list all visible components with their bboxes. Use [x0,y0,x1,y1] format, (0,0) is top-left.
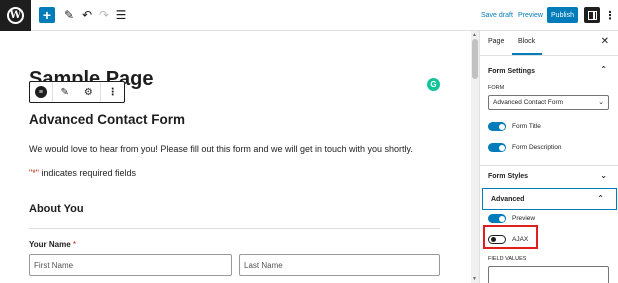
edit-tool-icon[interactable]: ✎ [62,7,76,23]
sidebar-panel-icon [587,10,597,20]
wordpress-logo-button[interactable]: W [0,0,31,31]
ajax-toggle-row: AJAX [488,235,528,244]
tab-block[interactable]: Block [518,38,535,45]
publish-button[interactable]: Publish [547,7,578,23]
form-title: Advanced Contact Form [29,112,186,127]
settings-sidebar: Page Block ✕ Form Settings ⌃ FORM Advanc… [479,31,618,283]
block-type-button[interactable]: ≡ [30,82,53,102]
chevron-down-icon: ⌄ [600,171,607,180]
form-styles-title: Form Styles [488,173,529,180]
required-star: * [72,240,76,249]
form-title-toggle-label: Form Title [512,123,541,130]
redo-icon[interactable]: ↷ [97,7,111,23]
scroll-down-icon[interactable]: ▼ [472,276,477,282]
advanced-panel-header[interactable]: Advanced ⌃ [482,188,617,210]
preview-toggle-label: Preview [512,215,536,222]
form-description-toggle-row: Form Description [488,143,561,152]
wordpress-logo-icon: W [7,7,24,24]
form-settings-gear-icon[interactable]: ⚙ [77,82,101,102]
form-description: We would love to hear from you! Please f… [29,144,413,154]
block-toolbar: ≡ ✎ ⚙ ⋮ [29,81,125,103]
form-styles-panel-header[interactable]: Form Styles ⌄ [480,165,618,187]
form-title-toggle[interactable] [488,122,506,131]
required-star: "*" [29,168,39,178]
preview-toggle-row: Preview [488,214,535,223]
gravity-form-icon: ≡ [34,86,47,98]
close-icon[interactable]: ✕ [601,36,609,47]
field-values-label: FIELD VALUES [488,256,527,262]
form-select[interactable]: Advanced Contact Form ⌄ [488,95,609,110]
last-name-input[interactable]: Last Name [239,254,440,276]
first-name-input[interactable]: First Name [29,254,232,276]
preview-button[interactable]: Preview [518,7,543,23]
required-fields-note: "*" indicates required fields [29,168,136,178]
section-divider [29,228,440,229]
chevron-down-icon: ⌄ [598,99,604,106]
sidebar-tabs: Page Block ✕ [480,31,618,56]
block-options-icon[interactable]: ⋮ [100,82,124,102]
name-field-label: Your Name * [29,240,76,249]
settings-toggle-button[interactable] [584,7,600,23]
ajax-toggle[interactable] [488,235,506,244]
chevron-up-icon: ⌃ [600,65,607,74]
canvas-scrollbar[interactable]: ▲ ▼ [471,31,479,283]
grammarly-icon[interactable]: G [427,78,440,91]
active-tab-indicator [512,53,542,55]
ajax-toggle-label: AJAX [512,236,529,243]
required-note-text: indicates required fields [38,168,136,178]
save-draft-button[interactable]: Save draft [481,7,513,23]
form-description-toggle[interactable] [488,143,506,152]
section-heading: About You [29,203,84,215]
form-select-value: Advanced Contact Form [493,99,564,106]
form-title-toggle-row: Form Title [488,122,541,131]
undo-icon[interactable]: ↶ [80,7,94,23]
scroll-up-icon[interactable]: ▲ [472,32,477,38]
tab-page[interactable]: Page [488,38,504,45]
chevron-up-icon: ⌃ [597,194,604,203]
edit-form-button[interactable]: ✎ [53,82,77,102]
preview-toggle[interactable] [488,214,506,223]
form-description-toggle-label: Form Description [512,144,562,151]
advanced-title: Advanced [491,195,525,203]
editor-canvas: Sample Page ≡ ✎ ⚙ ⋮ G Advanced Contact F… [0,31,470,283]
form-select-label: FORM [488,85,505,91]
add-block-button[interactable]: + [39,7,55,23]
form-settings-panel-header[interactable]: Form Settings ⌃ [480,60,618,82]
options-menu-icon[interactable]: ⋮ [605,7,616,23]
field-values-textarea[interactable] [488,266,609,283]
document-overview-icon[interactable]: ☰ [114,7,128,23]
scrollbar-thumb[interactable] [472,39,478,79]
editor-top-toolbar: W + ✎ ↶ ↷ ☰ Save draft Preview Publish ⋮ [0,0,618,31]
name-label-text: Your Name [29,240,71,249]
form-settings-title: Form Settings [488,67,536,75]
